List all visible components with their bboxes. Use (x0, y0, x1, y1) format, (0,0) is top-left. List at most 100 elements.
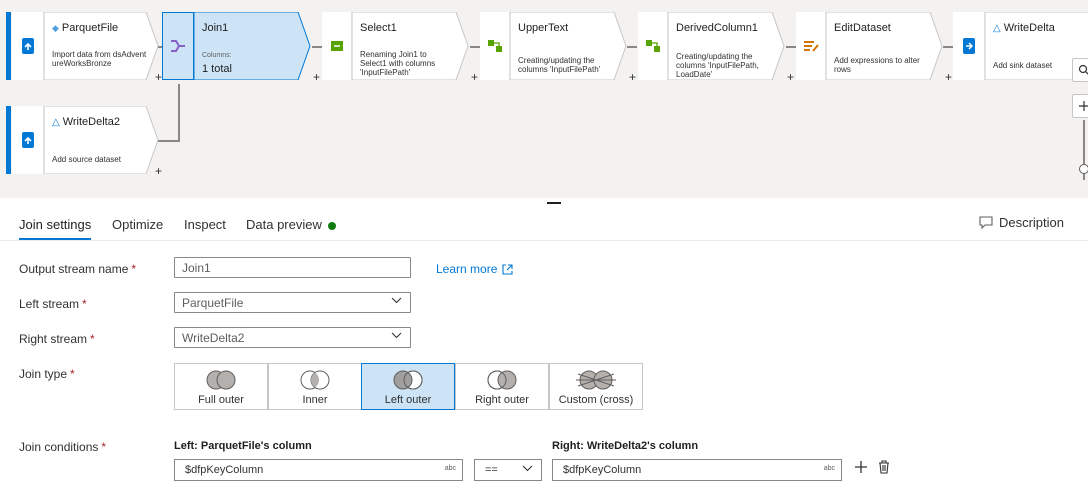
operator-select[interactable]: == (474, 459, 542, 481)
node-stripe (6, 106, 11, 174)
node-card: UpperText Creating/updating the columns … (510, 12, 628, 80)
left-column-input[interactable]: $dfpKeyColumn abc (174, 459, 463, 481)
left-column-header: Left: ParquetFile's column (174, 440, 312, 452)
chevron-down-icon (522, 465, 533, 472)
delta-icon: △ (52, 116, 60, 128)
description-label: Description (998, 215, 1064, 230)
node-title: DerivedColumn1 (676, 22, 758, 34)
inner-join-icon (269, 369, 361, 391)
left-outer-join-icon (362, 369, 454, 391)
zoom-in-button[interactable] (1072, 94, 1088, 118)
settings-tabs: Join settings Optimize Inspect Data prev… (0, 205, 1088, 241)
join-icon (162, 12, 194, 80)
node-title: Join1 (202, 22, 229, 34)
right-column-header: Right: WriteDelta2's column (552, 440, 699, 452)
parquet-icon: ◆ (52, 22, 59, 33)
delete-condition-button[interactable] (878, 460, 890, 479)
node-card: △ WriteDelta2 Add source dataset (44, 106, 160, 174)
join-type-full-outer[interactable]: Full outer (174, 363, 268, 410)
add-transform-icon[interactable]: + (945, 70, 952, 84)
node-description: Add sink dataset (993, 61, 1053, 70)
node-description: Renaming Join1 to Select1 with columns '… (360, 50, 436, 77)
data-flow-canvas[interactable]: ◆ ParquetFile Import data from dsAdventur… (0, 0, 1088, 198)
learn-more-link[interactable]: Learn more (436, 262, 513, 276)
node-title: ◆ ParquetFile (52, 22, 119, 34)
node-writedelta[interactable]: △ WriteDelta Add sink dataset (953, 12, 1088, 80)
add-transform-icon[interactable]: + (155, 164, 162, 178)
derived-column-icon (638, 12, 668, 80)
node-derivedcolumn1[interactable]: DerivedColumn1 Creating/updating the col… (638, 12, 794, 84)
add-transform-icon[interactable]: + (471, 70, 478, 84)
add-transform-icon[interactable]: + (787, 70, 794, 84)
zoom-slider-handle[interactable] (1079, 164, 1088, 174)
search-icon (1078, 64, 1088, 75)
connector (178, 84, 180, 142)
node-select1[interactable]: Select1 Renaming Join1 to Select1 with c… (322, 12, 478, 84)
output-stream-input[interactable]: Join1 (174, 257, 411, 278)
node-card: Select1 Renaming Join1 to Select1 with c… (352, 12, 470, 80)
left-stream-label: Left stream * (19, 297, 87, 311)
right-stream-label: Right stream * (19, 332, 95, 346)
right-stream-select[interactable]: WriteDelta2 (174, 327, 411, 348)
node-parquetfile[interactable]: ◆ ParquetFile Import data from dsAdventur… (6, 12, 162, 84)
join-conditions-label: Join conditions * (19, 440, 107, 454)
node-title: UpperText (518, 22, 569, 34)
derived-column-icon (480, 12, 510, 80)
active-tab-indicator (19, 238, 91, 240)
search-canvas-button[interactable] (1072, 58, 1088, 82)
string-type-badge: abc (823, 465, 835, 472)
node-uppertext[interactable]: UpperText Creating/updating the columns … (480, 12, 636, 84)
join-type-label-text: Inner (302, 394, 328, 406)
join-type-label-text: Left outer (384, 394, 432, 406)
tab-data-preview[interactable]: Data preview (246, 217, 336, 232)
join-type-label-text: Full outer (198, 394, 244, 406)
trash-icon (879, 460, 889, 474)
node-join1[interactable]: Join1 Columns: 1 total + (162, 12, 320, 84)
add-transform-icon[interactable]: + (629, 70, 636, 84)
join-type-right-outer[interactable]: Right outer (455, 363, 549, 410)
chevron-down-icon (391, 332, 402, 339)
node-editdataset[interactable]: EditDataset Add expressions to alter row… (796, 12, 952, 84)
add-transform-icon[interactable]: + (155, 70, 162, 84)
status-dot-icon (327, 221, 336, 230)
node-stripe (6, 12, 11, 80)
node-description: Add expressions to alter rows (834, 56, 920, 74)
node-title: △ WriteDelta (993, 22, 1055, 34)
tab-join-settings[interactable]: Join settings (19, 217, 91, 232)
join-type-label-text: Right outer (475, 394, 529, 406)
node-title: △ WriteDelta2 (52, 116, 120, 128)
node-card: ◆ ParquetFile Import data from dsAdventur… (44, 12, 160, 80)
sink-icon (953, 12, 985, 80)
data-flow-editor: ◆ ParquetFile Import data from dsAdventur… (0, 0, 1088, 497)
full-outer-join-icon (175, 369, 267, 391)
node-writedelta2[interactable]: △ WriteDelta2 Add source dataset + (6, 106, 162, 178)
node-card: Join1 Columns: 1 total (194, 12, 312, 80)
left-stream-select[interactable]: ParquetFile (174, 292, 411, 313)
add-condition-button[interactable] (854, 460, 868, 479)
node-title: EditDataset (834, 22, 891, 34)
columns-label: Columns: (202, 52, 232, 59)
description-button[interactable]: Description (979, 215, 1064, 230)
right-outer-join-icon (456, 369, 548, 391)
comment-icon (979, 216, 993, 229)
join-type-inner[interactable]: Inner (268, 363, 362, 410)
plus-icon (1079, 101, 1088, 111)
join-type-custom-cross[interactable]: Custom (cross) (549, 363, 643, 410)
right-column-input[interactable]: $dfpKeyColumn abc (552, 459, 842, 481)
tab-inspect[interactable]: Inspect (184, 217, 226, 232)
node-card: DerivedColumn1 Creating/updating the col… (668, 12, 786, 80)
node-description: Creating/updating the columns 'InputFile… (518, 56, 601, 74)
external-link-icon (502, 263, 513, 275)
source-icon (12, 12, 44, 80)
join-type-label: Join type * (19, 367, 75, 381)
output-stream-label: Output stream name * (19, 262, 137, 276)
tab-optimize[interactable]: Optimize (112, 217, 163, 232)
join-type-left-outer[interactable]: Left outer (361, 363, 455, 410)
add-transform-icon[interactable]: + (313, 70, 320, 84)
panel-resize-handle[interactable] (547, 202, 561, 204)
node-card: EditDataset Add expressions to alter row… (826, 12, 944, 80)
cross-join-icon (550, 369, 642, 391)
join-type-label-text: Custom (cross) (558, 394, 634, 406)
node-description: Creating/updating the columns 'InputFile… (676, 52, 759, 79)
tab-data-preview-label: Data preview (246, 217, 322, 232)
